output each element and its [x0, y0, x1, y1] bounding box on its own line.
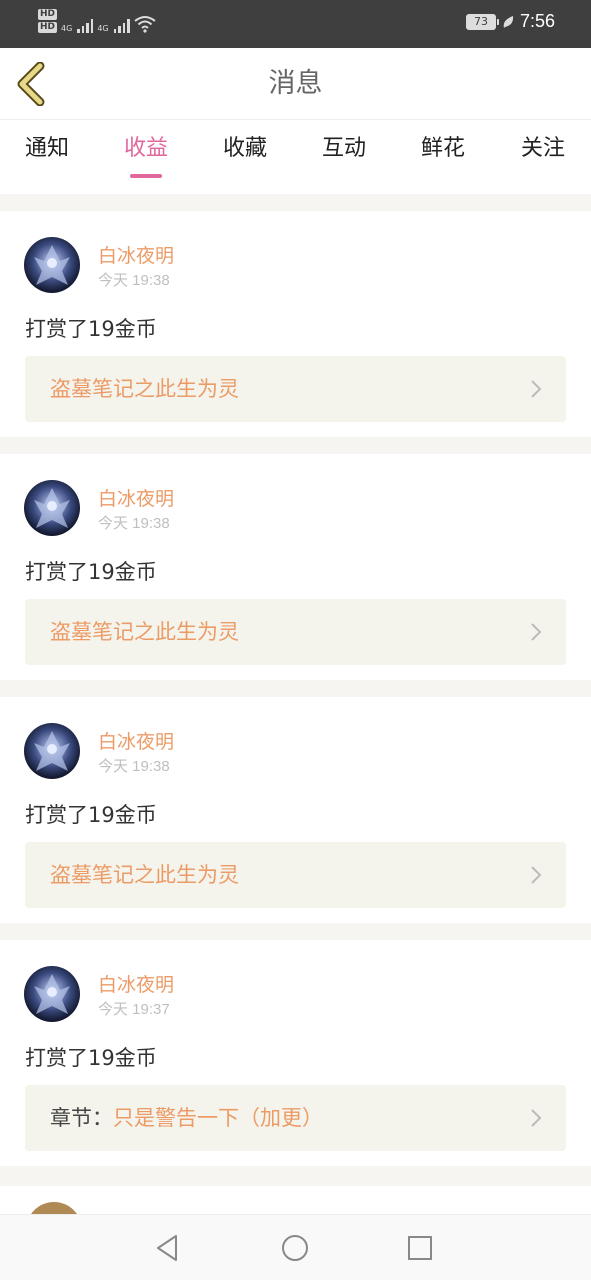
- avatar[interactable]: [24, 966, 80, 1022]
- message-action: 打赏了19金币: [25, 560, 157, 584]
- header: 消息: [0, 48, 591, 120]
- book-link[interactable]: 盗墓笔记之此生为灵: [25, 356, 566, 422]
- message-action: 打赏了19金币: [25, 803, 157, 827]
- tab-notifications[interactable]: 通知: [12, 130, 82, 162]
- wifi-icon: [133, 16, 156, 33]
- recents-square-icon[interactable]: [404, 1232, 436, 1264]
- user-name[interactable]: 白冰夜明: [98, 970, 174, 997]
- avatar[interactable]: [24, 723, 80, 779]
- back-triangle-icon[interactable]: [152, 1232, 184, 1264]
- leaf-icon: [503, 15, 514, 28]
- link-title: 盗墓笔记之此生为灵: [50, 863, 239, 887]
- network-type-2: 4G: [97, 24, 109, 33]
- chevron-right-icon: [531, 866, 542, 884]
- book-link-label: 盗墓笔记之此生为灵: [50, 356, 239, 422]
- tab-flowers[interactable]: 鲜花: [408, 130, 478, 162]
- tab-earnings[interactable]: 收益: [111, 130, 181, 178]
- message-card: 白冰夜明 今天 19:38 打赏了19金币 盗墓笔记之此生为灵: [0, 454, 591, 680]
- tab-bar: 通知 收益 收藏 互动 鲜花 关注: [0, 120, 591, 194]
- tab-interactions[interactable]: 互动: [309, 130, 379, 162]
- battery-icon: 73: [465, 13, 499, 30]
- message-card: 白冰夜明 今天 19:37 打赏了19金币 章节：只是警告一下（加更）: [0, 940, 591, 1166]
- message-card: 白冰夜明 今天 19:38 打赏了19金币 盗墓笔记之此生为灵: [0, 697, 591, 923]
- network-type-1: 4G: [61, 24, 73, 33]
- active-tab-indicator: [130, 174, 162, 178]
- signal-icon: [113, 15, 130, 33]
- message-time: 今天 19:37: [98, 1001, 170, 1018]
- book-link[interactable]: 盗墓笔记之此生为灵: [25, 842, 566, 908]
- message-time: 今天 19:38: [98, 758, 170, 775]
- user-name[interactable]: 白冰夜明: [98, 727, 174, 754]
- user-name[interactable]: 白冰夜明: [98, 484, 174, 511]
- system-nav-bar: [0, 1214, 591, 1280]
- status-right: 73 7:56: [465, 11, 555, 32]
- avatar[interactable]: [24, 237, 80, 293]
- status-bar: HD HD 4G 4G 73 7:56: [0, 0, 591, 48]
- book-link-label: 盗墓笔记之此生为灵: [50, 599, 239, 665]
- chapter-link-label: 章节：只是警告一下（加更）: [50, 1085, 323, 1151]
- signal-icon: [77, 15, 94, 33]
- chevron-right-icon: [531, 1109, 542, 1127]
- chevron-right-icon: [531, 380, 542, 398]
- tab-earnings-label: 收益: [123, 136, 168, 161]
- link-prefix: 章节：: [50, 1106, 113, 1130]
- book-link-label: 盗墓笔记之此生为灵: [50, 842, 239, 908]
- home-circle-icon[interactable]: [279, 1232, 311, 1264]
- user-name[interactable]: 白冰夜明: [98, 241, 174, 268]
- avatar[interactable]: [24, 480, 80, 536]
- status-left: HD HD 4G 4G: [38, 9, 156, 33]
- message-card: 白冰夜明 今天 19:38 打赏了19金币 盗墓笔记之此生为灵: [0, 211, 591, 437]
- tab-following[interactable]: 关注: [508, 130, 578, 162]
- chapter-link[interactable]: 章节：只是警告一下（加更）: [25, 1085, 566, 1151]
- chevron-right-icon: [531, 623, 542, 641]
- message-time: 今天 19:38: [98, 272, 170, 289]
- link-title: 盗墓笔记之此生为灵: [50, 377, 239, 401]
- book-link[interactable]: 盗墓笔记之此生为灵: [25, 599, 566, 665]
- message-time: 今天 19:38: [98, 515, 170, 532]
- tab-favorites[interactable]: 收藏: [210, 130, 280, 162]
- hd-badge-2: HD: [38, 22, 58, 33]
- message-action: 打赏了19金币: [25, 1046, 157, 1070]
- page-title: 消息: [268, 68, 323, 99]
- hd-badge-1: HD: [38, 9, 58, 20]
- message-action: 打赏了19金币: [25, 317, 157, 341]
- link-title: 盗墓笔记之此生为灵: [50, 620, 239, 644]
- status-time: 7:56: [519, 11, 555, 31]
- link-title: 只是警告一下（加更）: [113, 1106, 323, 1130]
